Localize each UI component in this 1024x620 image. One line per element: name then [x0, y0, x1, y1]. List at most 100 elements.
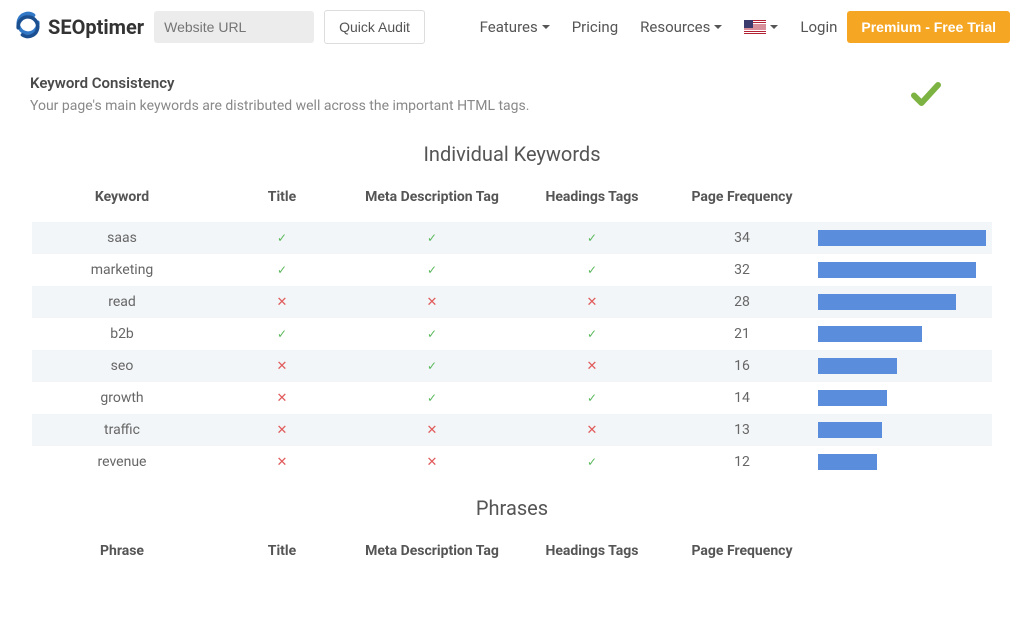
table-row: traffic✕✕✕13: [32, 414, 992, 446]
table-row: read✕✕✕28: [32, 286, 992, 318]
brand-text: SEOptimer: [48, 15, 144, 39]
flag-us-icon: [744, 20, 766, 34]
nav-links: Features Pricing Resources Login: [480, 18, 838, 36]
cell-keyword: marketing: [32, 262, 212, 278]
nav-features[interactable]: Features: [480, 18, 550, 36]
table-row: b2b✓✓✓21: [32, 318, 992, 350]
col-title: Title: [212, 542, 352, 560]
cell-headings-mark: ✕: [512, 423, 672, 438]
frequency-bar: [818, 326, 922, 342]
nav-pricing[interactable]: Pricing: [572, 18, 618, 36]
cell-frequency: 34: [672, 230, 812, 246]
col-frequency: Page Frequency: [672, 188, 812, 206]
status-check-icon: [908, 76, 944, 116]
cell-headings-mark: ✕: [512, 359, 672, 374]
cell-meta-mark: ✓: [352, 359, 512, 373]
cell-frequency: 32: [672, 262, 812, 278]
cell-keyword: traffic: [32, 422, 212, 438]
cell-keyword: read: [32, 294, 212, 310]
nav-resources-label: Resources: [640, 18, 710, 36]
col-phrase: Phrase: [32, 542, 212, 560]
cell-keyword: growth: [32, 390, 212, 406]
table-row: seo✕✓✕16: [32, 350, 992, 382]
frequency-bar-cell: [812, 358, 992, 374]
cell-meta-mark: ✕: [352, 295, 512, 310]
website-url-input[interactable]: [154, 11, 314, 43]
frequency-bar-cell: [812, 262, 992, 278]
frequency-bar: [818, 294, 956, 310]
nav-login[interactable]: Login: [800, 18, 837, 36]
cell-headings-mark: ✓: [512, 391, 672, 405]
chevron-down-icon: [770, 25, 778, 29]
cell-frequency: 13: [672, 422, 812, 438]
cell-frequency: 28: [672, 294, 812, 310]
col-headings: Headings Tags: [512, 188, 672, 206]
cell-headings-mark: ✓: [512, 455, 672, 469]
col-title: Title: [212, 188, 352, 206]
frequency-bar-cell: [812, 230, 992, 246]
table-row: revenue✕✕✓12: [32, 446, 992, 478]
table-row: marketing✓✓✓32: [32, 254, 992, 286]
cell-keyword: seo: [32, 358, 212, 374]
frequency-bar-cell: [812, 454, 992, 470]
cell-meta-mark: ✓: [352, 391, 512, 405]
table-row: saas✓✓✓34: [32, 222, 992, 254]
section-description: Your page's main keywords are distribute…: [30, 98, 994, 114]
frequency-bar: [818, 422, 882, 438]
col-meta: Meta Description Tag: [352, 542, 512, 560]
chevron-down-icon: [542, 25, 550, 29]
frequency-bar: [818, 262, 976, 278]
frequency-bar-cell: [812, 422, 992, 438]
cell-meta-mark: ✕: [352, 423, 512, 438]
cell-headings-mark: ✓: [512, 263, 672, 277]
cell-headings-mark: ✓: [512, 231, 672, 245]
cell-title-mark: ✓: [212, 263, 352, 277]
nav-features-label: Features: [480, 18, 538, 36]
header-bar: SEOptimer Quick Audit Features Pricing R…: [0, 0, 1024, 54]
phrases-table-header: Phrase Title Meta Description Tag Headin…: [32, 534, 992, 576]
table-row: growth✕✓✓14: [32, 382, 992, 414]
frequency-bar-cell: [812, 390, 992, 406]
frequency-bar: [818, 390, 887, 406]
cell-frequency: 14: [672, 390, 812, 406]
cell-frequency: 12: [672, 454, 812, 470]
col-headings: Headings Tags: [512, 542, 672, 560]
keywords-table-title: Individual Keywords: [0, 142, 1024, 166]
col-meta: Meta Description Tag: [352, 188, 512, 206]
phrases-table: Phrase Title Meta Description Tag Headin…: [32, 534, 992, 576]
cell-title-mark: ✕: [212, 423, 352, 438]
cell-meta-mark: ✓: [352, 231, 512, 245]
nav-resources[interactable]: Resources: [640, 18, 722, 36]
keywords-table-header: Keyword Title Meta Description Tag Headi…: [32, 180, 992, 222]
phrases-table-title: Phrases: [0, 496, 1024, 520]
cell-frequency: 16: [672, 358, 812, 374]
chevron-down-icon: [714, 25, 722, 29]
cell-title-mark: ✕: [212, 359, 352, 374]
cell-title-mark: ✕: [212, 455, 352, 470]
cell-keyword: b2b: [32, 326, 212, 342]
frequency-bar: [818, 230, 986, 246]
cell-keyword: saas: [32, 230, 212, 246]
frequency-bar: [818, 358, 897, 374]
brand-logo[interactable]: SEOptimer: [14, 11, 144, 44]
premium-button[interactable]: Premium - Free Trial: [847, 11, 1010, 43]
cell-meta-mark: ✓: [352, 327, 512, 341]
cell-headings-mark: ✓: [512, 327, 672, 341]
language-switcher[interactable]: [744, 20, 778, 34]
cell-meta-mark: ✕: [352, 455, 512, 470]
frequency-bar: [818, 454, 877, 470]
cell-frequency: 21: [672, 326, 812, 342]
cell-title-mark: ✕: [212, 295, 352, 310]
col-keyword: Keyword: [32, 188, 212, 206]
keywords-table: Keyword Title Meta Description Tag Headi…: [32, 180, 992, 478]
cell-title-mark: ✕: [212, 391, 352, 406]
frequency-bar-cell: [812, 294, 992, 310]
frequency-bar-cell: [812, 326, 992, 342]
cell-headings-mark: ✕: [512, 295, 672, 310]
logo-icon: [14, 11, 42, 44]
col-frequency: Page Frequency: [672, 542, 812, 560]
quick-audit-button[interactable]: Quick Audit: [324, 10, 425, 44]
cell-keyword: revenue: [32, 454, 212, 470]
keyword-consistency-section: Keyword Consistency Your page's main key…: [0, 54, 1024, 124]
cell-title-mark: ✓: [212, 327, 352, 341]
